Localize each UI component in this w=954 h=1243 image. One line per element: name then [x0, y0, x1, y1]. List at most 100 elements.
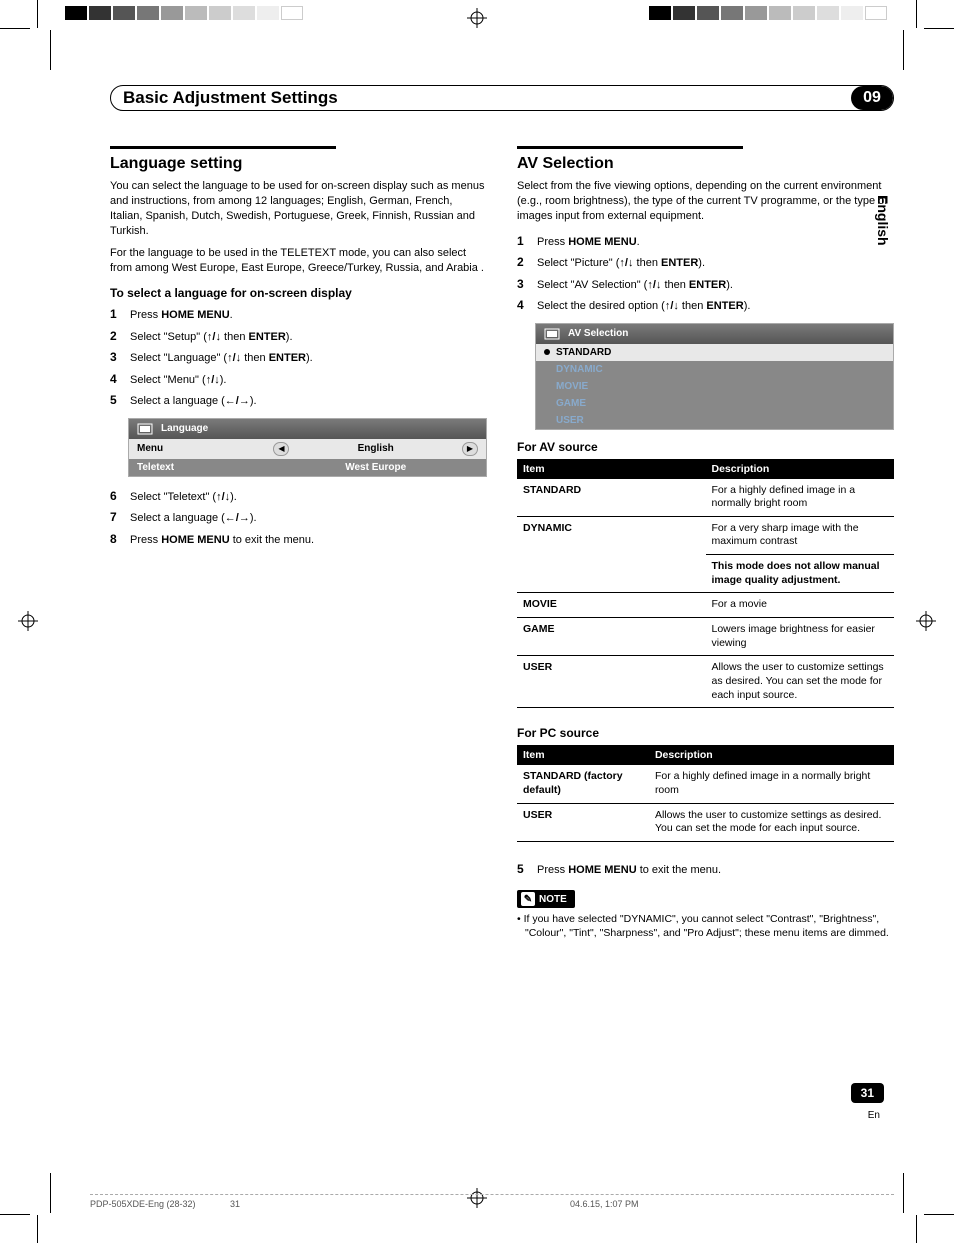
av-source-table: Item Description STANDARDFor a highly de… — [517, 459, 894, 709]
registration-mark-icon — [18, 611, 38, 631]
table-row: GAMELowers image brightness for easier v… — [517, 618, 894, 656]
footer-page: 31 — [230, 1199, 240, 1209]
step-list: 6Select "Teletext" (↑/↓). 7 Select a langu… — [110, 487, 487, 549]
table-row: USERAllows the user to customize setting… — [517, 656, 894, 708]
arrow-left-icon: ◀ — [273, 442, 289, 456]
step-item: 2 Select "Picture" (↑/↓ then ENTER). — [517, 253, 894, 272]
step-number: 1 — [110, 305, 122, 323]
subheading: To select a language for on-screen displ… — [110, 286, 487, 300]
table-header-item: Item — [517, 745, 649, 765]
table-row: MOVIEFor a movie — [517, 593, 894, 618]
color-bar-left — [65, 6, 305, 20]
table-header-desc: Description — [706, 459, 895, 479]
table-cell-item: DYNAMIC — [517, 516, 706, 593]
body-text: For the language to be used in the TELET… — [110, 246, 487, 276]
step-item: 1Press HOME MENU. — [110, 305, 487, 324]
tv-icon — [137, 422, 155, 436]
step-text: Press HOME MENU. — [537, 234, 640, 251]
table-cell-item: STANDARD (factory default) — [517, 765, 649, 803]
osd-language-panel: Language Menu◀English▶TeletextWest Europ… — [128, 418, 487, 477]
table-row: STANDARDFor a highly defined image in a … — [517, 479, 894, 517]
osd-option-label: MOVIE — [556, 381, 588, 392]
osd-panel-title: AV Selection — [568, 328, 628, 339]
step-item: 6Select "Teletext" (↑/↓). — [110, 487, 487, 506]
osd-panel-header: Language — [129, 419, 486, 439]
osd-option-label: USER — [556, 415, 584, 426]
step-number: 7 — [110, 508, 122, 526]
step-text: Select a language (←/→). — [130, 393, 257, 410]
osd-row-value: English — [289, 443, 462, 454]
table-cell-item: USER — [517, 803, 649, 841]
step-text: Select "Menu" (↑/↓). — [130, 372, 226, 389]
footer-timestamp: 04.6.15, 1:07 PM — [570, 1199, 639, 1209]
step-text: Press HOME MENU to exit the menu. — [537, 862, 721, 879]
step-list: 1 Press HOME MENU. 2 Select "Picture" (↑/↓ … — [517, 232, 894, 315]
osd-option: GAME — [536, 395, 893, 412]
osd-panel-title: Language — [161, 423, 208, 434]
table-cell-desc: Allows the user to customize settings as… — [649, 803, 894, 841]
step-text: Select "AV Selection" (↑/↓ then ENTER). — [537, 277, 733, 294]
table-cell-desc: This mode does not allow manual image qu… — [706, 555, 895, 593]
body-text: You can select the language to be used f… — [110, 179, 487, 238]
table-cell-item: MOVIE — [517, 593, 706, 618]
step-item: 4 Select "Menu" (↑/↓). — [110, 370, 487, 389]
step-number: 4 — [110, 370, 122, 388]
step-list: 1Press HOME MENU. 2Select "Setup" (↑/↓ th… — [110, 305, 487, 410]
osd-row-label: Menu — [137, 443, 273, 454]
table-cell-desc: Lowers image brightness for easier viewi… — [706, 618, 895, 656]
osd-option: STANDARD — [536, 344, 893, 361]
step-number: 4 — [517, 296, 529, 314]
step-number: 8 — [110, 530, 122, 548]
footer-filename: PDP-505XDE-Eng (28-32) — [90, 1199, 196, 1209]
note-box: ✎ NOTE • If you have selected "DYNAMIC",… — [517, 890, 894, 940]
section-title-av: AV Selection — [517, 146, 743, 173]
step-item: 3 Select "Language" (↑/↓ then ENTER). — [110, 348, 487, 367]
step-item: 3 Select "AV Selection" (↑/↓ then ENTER). — [517, 275, 894, 294]
step-item: 8 Press HOME MENU to exit the menu. — [110, 530, 487, 549]
step-item: 5Select a language (←/→). — [110, 391, 487, 410]
osd-option: DYNAMIC — [536, 361, 893, 378]
table-cell-item: STANDARD — [517, 479, 706, 517]
osd-option-label: DYNAMIC — [556, 364, 603, 375]
step-number: 1 — [517, 232, 529, 250]
tv-icon — [544, 327, 562, 341]
step-text: Press HOME MENU to exit the menu. — [130, 532, 314, 549]
step-text: Select a language (←/→). — [130, 510, 257, 527]
step-text: Select the desired option (↑/↓ then ENTE… — [537, 298, 750, 315]
pencil-icon: ✎ — [521, 892, 535, 906]
step-item: 4 Select the desired option (↑/↓ then ENT… — [517, 296, 894, 315]
step-list: 5 Press HOME MENU to exit the menu. — [517, 860, 894, 879]
step-number: 3 — [517, 275, 529, 293]
color-bar-right — [649, 6, 889, 20]
step-number: 2 — [517, 253, 529, 271]
section-title-language: Language setting — [110, 146, 336, 173]
osd-row: Menu◀English▶ — [129, 439, 486, 459]
table-header-item: Item — [517, 459, 706, 479]
table-row: USERAllows the user to customize setting… — [517, 803, 894, 841]
osd-row: TeletextWest Europe — [129, 459, 486, 476]
osd-av-panel: AV Selection STANDARD DYNAMIC MOVIE GAME USE… — [535, 323, 894, 430]
note-label: ✎ NOTE — [517, 890, 575, 908]
footer-divider — [90, 1194, 894, 1195]
note-text: • If you have selected "DYNAMIC", you ca… — [517, 912, 894, 940]
pc-source-table: Item Description STANDARD (factory defau… — [517, 745, 894, 842]
chapter-header: Basic Adjustment Settings 09 — [110, 85, 894, 111]
step-text: Select "Setup" (↑/↓ then ENTER). — [130, 329, 293, 346]
table-header-desc: Description — [649, 745, 894, 765]
step-text: Select "Teletext" (↑/↓). — [130, 489, 237, 506]
table-caption: For AV source — [517, 440, 894, 454]
osd-row-label: Teletext — [137, 462, 273, 473]
table-row: STANDARD (factory default)For a highly d… — [517, 765, 894, 803]
language-tab: English — [875, 195, 891, 246]
chapter-title: Basic Adjustment Settings — [111, 88, 851, 108]
step-item: 7 Select a language (←/→). — [110, 508, 487, 527]
step-text: Select "Language" (↑/↓ then ENTER). — [130, 350, 313, 367]
table-cell-desc: For a very sharp image with the maximum … — [706, 516, 895, 554]
step-number: 3 — [110, 348, 122, 366]
step-text: Select "Picture" (↑/↓ then ENTER). — [537, 255, 705, 272]
table-cell-desc: For a movie — [706, 593, 895, 618]
osd-option: USER — [536, 412, 893, 429]
step-item: 2Select "Setup" (↑/↓ then ENTER). — [110, 327, 487, 346]
osd-row-value: West Europe — [273, 462, 478, 473]
table-row: DYNAMICFor a very sharp image with the m… — [517, 516, 894, 554]
